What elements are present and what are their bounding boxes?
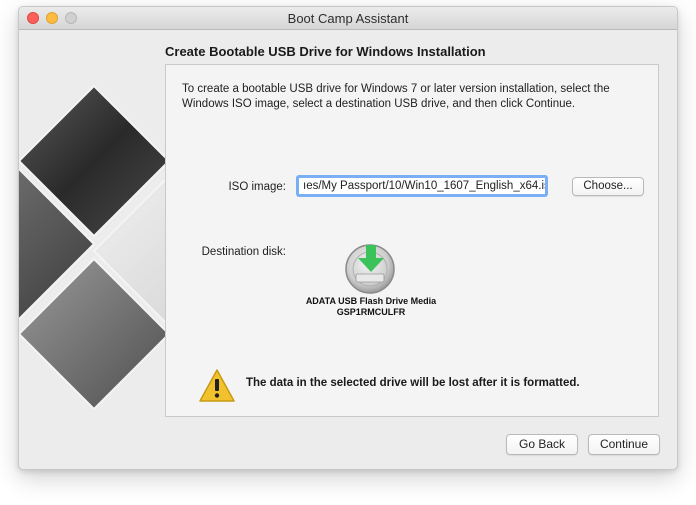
go-back-button[interactable]: Go Back: [506, 434, 578, 455]
content-panel: To create a bootable USB drive for Windo…: [165, 64, 659, 417]
disk-name: ADATA USB Flash Drive Media GSP1RMCULFR: [296, 296, 446, 318]
disk-model: ADATA USB Flash Drive Media: [305, 296, 437, 306]
choose-button[interactable]: Choose...: [572, 177, 644, 196]
instructions-text: To create a bootable USB drive for Windo…: [182, 83, 610, 110]
destination-disk-label: Destination disk:: [201, 246, 286, 258]
window-title: Boot Camp Assistant: [287, 11, 409, 26]
boot-camp-window: Boot Camp Assistant Create Bootable USB …: [18, 6, 678, 470]
page-heading: Create Bootable USB Drive for Windows In…: [165, 44, 486, 59]
disk-id: GSP1RMCULFR: [336, 307, 406, 317]
title-bar: Boot Camp Assistant: [19, 7, 677, 30]
warning-icon: [199, 369, 235, 402]
iso-path-input[interactable]: ıes/My Passport/10/Win10_1607_English_x6…: [296, 175, 548, 197]
usb-disk-icon[interactable]: [344, 242, 398, 294]
warning-message: The data in the selected drive will be l…: [246, 377, 580, 389]
continue-button[interactable]: Continue: [588, 434, 660, 455]
iso-image-label: ISO image:: [228, 181, 286, 193]
